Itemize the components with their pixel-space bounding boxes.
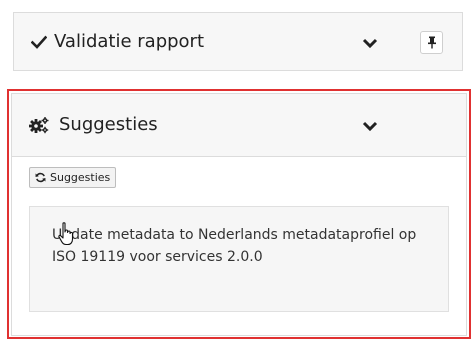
refresh-suggestions-button[interactable]: Suggesties (29, 167, 117, 188)
suggestions-panel: Suggesties Suggesties Update metadata to… (11, 93, 467, 336)
gears-icon (29, 117, 49, 134)
refresh-icon (35, 172, 46, 183)
validation-report-panel: Validatie rapport (13, 12, 463, 71)
chevron-down-icon[interactable] (362, 37, 378, 49)
suggestions-header[interactable]: Suggesties (12, 94, 466, 157)
pointer-cursor-icon (58, 222, 74, 246)
pin-button[interactable] (420, 31, 443, 54)
pin-icon (427, 36, 436, 49)
suggestions-title: Suggesties (59, 114, 158, 135)
check-icon (31, 35, 47, 49)
suggestion-item[interactable]: Update metadata to Nederlands metadatapr… (29, 206, 449, 312)
chevron-down-icon[interactable] (362, 120, 378, 132)
validation-report-title[interactable]: Validatie rapport (54, 30, 204, 54)
refresh-suggestions-label: Suggesties (50, 171, 111, 184)
